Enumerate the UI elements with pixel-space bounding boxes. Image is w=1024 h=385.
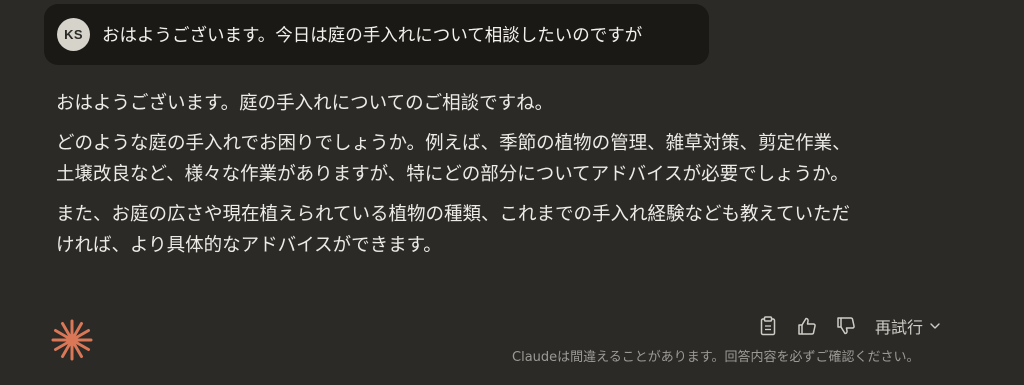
response-line: どのような庭の手入れでお困りでしょうか。例えば、季節の植物の管理、雑草対策、剪定…	[56, 133, 851, 154]
disclaimer-text: Claudeは間違えることがあります。回答内容を必ずご確認ください。	[512, 350, 920, 365]
clipboard-icon	[760, 316, 776, 336]
response-line: 土壌改良など、様々な作業がありますが、特にどの部分についてアドバイスが必要でしょ…	[56, 164, 849, 185]
response-paragraph: また、お庭の広さや現在植えられている植物の種類、これまでの手入れ経験なども教えて…	[56, 199, 936, 261]
retry-button[interactable]: 再試行	[875, 314, 941, 338]
response-line: また、お庭の広さや現在植えられている植物の種類、これまでの手入れ経験なども教えて…	[56, 204, 851, 225]
response-actions: 再試行	[756, 314, 941, 338]
user-avatar[interactable]: KS	[57, 18, 90, 51]
chevron-down-icon	[929, 320, 941, 332]
claude-starburst-icon	[50, 318, 94, 362]
response-line: ければ、より具体的なアドバイスができます。	[56, 235, 442, 256]
thumbs-up-icon	[798, 317, 816, 335]
user-message-text: おはようございます。今日は庭の手入れについて相談したいのですが	[102, 26, 643, 46]
assistant-response: おはようございます。庭の手入れについてのご相談ですね。 どのような庭の手入れでお…	[56, 88, 936, 270]
copy-button[interactable]	[756, 314, 780, 338]
retry-label: 再試行	[875, 318, 924, 337]
user-message-bubble: KS おはようございます。今日は庭の手入れについて相談したいのですが	[44, 4, 709, 65]
thumbs-up-button[interactable]	[795, 314, 819, 338]
response-line: おはようございます。庭の手入れについてのご相談ですね。	[56, 93, 554, 114]
thumbs-down-button[interactable]	[834, 314, 858, 338]
response-paragraph: おはようございます。庭の手入れについてのご相談ですね。	[56, 88, 936, 119]
response-paragraph: どのような庭の手入れでお困りでしょうか。例えば、季節の植物の管理、雑草対策、剪定…	[56, 128, 936, 190]
thumbs-down-icon	[837, 317, 855, 335]
